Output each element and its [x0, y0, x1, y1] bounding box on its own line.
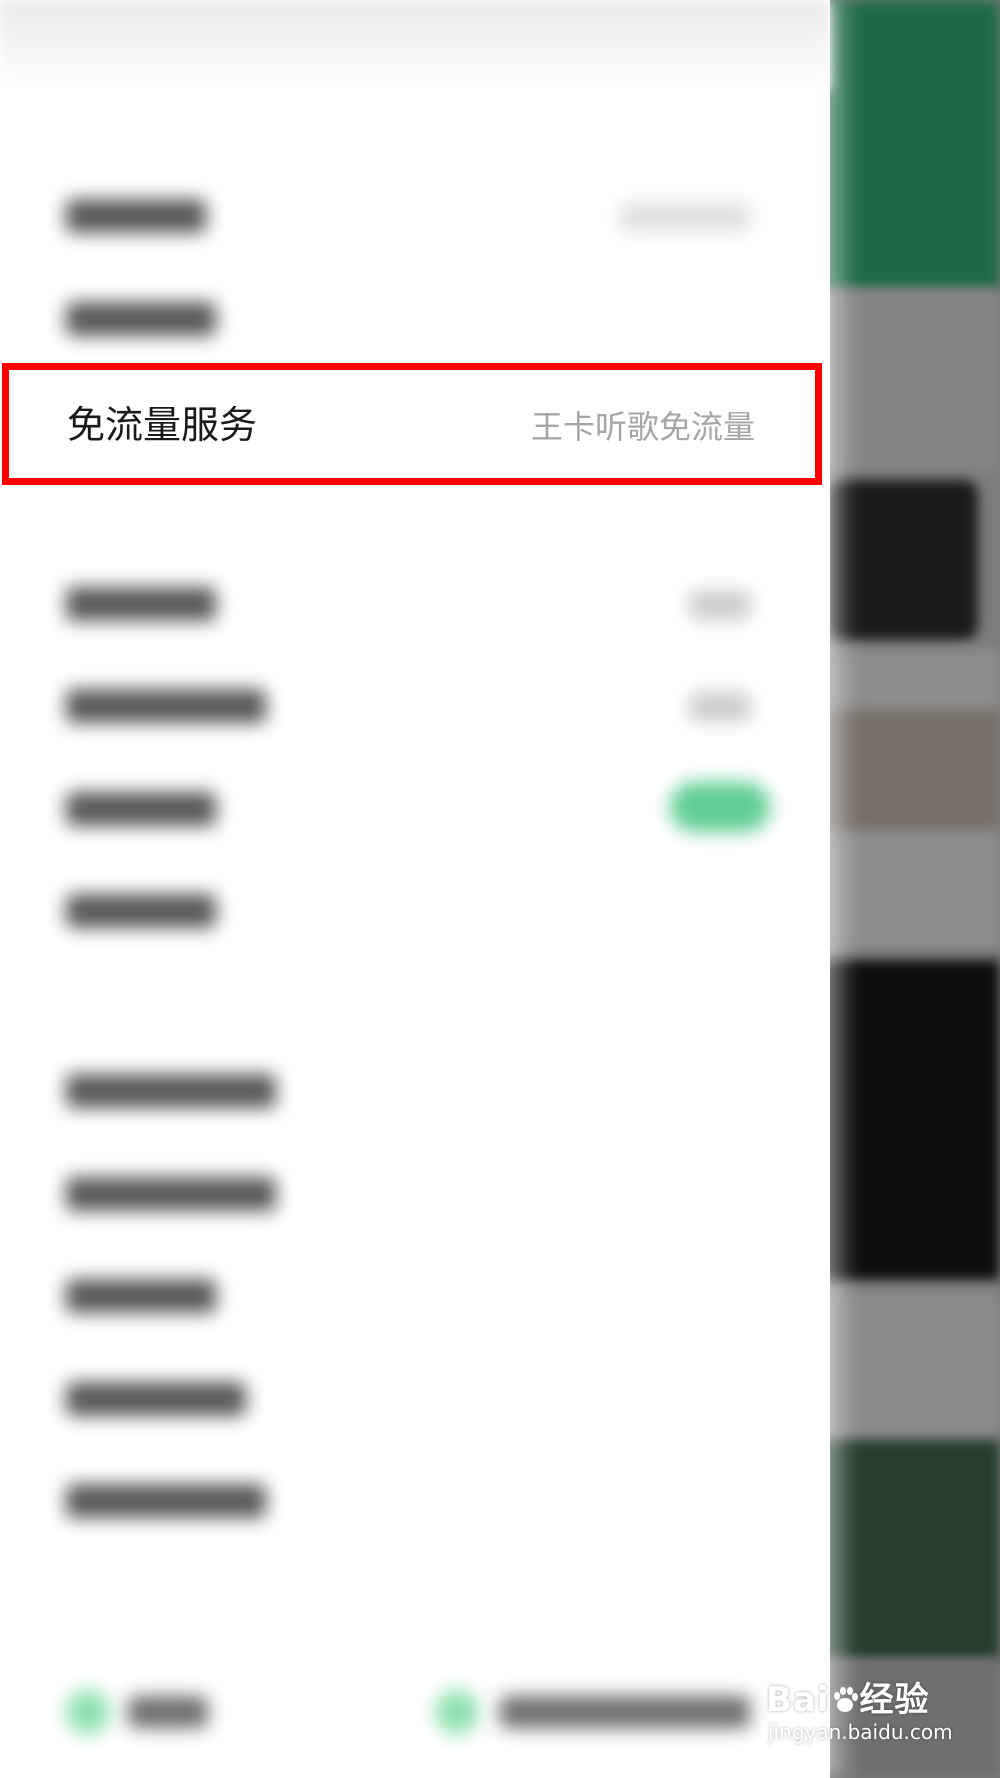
settings-toggle[interactable] — [670, 782, 770, 832]
settings-row[interactable] — [0, 1143, 820, 1243]
bottom-action-label[interactable] — [128, 1696, 208, 1728]
bottom-action-label[interactable] — [500, 1696, 750, 1728]
settings-row-label — [66, 894, 216, 928]
settings-drawer: 免流量服务 王卡听歌免流量 — [0, 0, 830, 1778]
settings-row[interactable] — [0, 268, 820, 368]
settings-row-label — [66, 1484, 266, 1518]
settings-row-label — [66, 199, 206, 233]
settings-icon[interactable] — [66, 1690, 110, 1734]
watermark-brand-left: Bai — [766, 1680, 830, 1720]
settings-row-label — [66, 1382, 246, 1416]
drawer-bottom-bar — [0, 1660, 820, 1760]
settings-row-label — [66, 689, 266, 723]
settings-row-label — [66, 587, 216, 621]
settings-row-label — [66, 302, 216, 336]
free-data-service-row[interactable]: 免流量服务 王卡听歌免流量 — [2, 363, 822, 485]
settings-row[interactable] — [0, 860, 820, 960]
watermark-brand-right: 经验 — [859, 1680, 930, 1720]
settings-row-value — [690, 693, 750, 721]
drawer-header — [0, 0, 830, 90]
settings-row[interactable] — [0, 165, 820, 265]
free-data-service-value: 王卡听歌免流量 — [530, 408, 755, 446]
watermark-brand: Bai 经验 — [766, 1672, 930, 1721]
settings-row[interactable] — [0, 553, 820, 653]
free-data-service-label: 免流量服务 — [67, 403, 258, 447]
settings-row[interactable] — [0, 1245, 820, 1345]
settings-row-label — [66, 1074, 276, 1108]
settings-row[interactable] — [0, 1348, 820, 1448]
exit-icon[interactable] — [435, 1690, 479, 1734]
settings-row-label — [66, 792, 216, 826]
settings-row[interactable] — [0, 1040, 820, 1140]
settings-row[interactable] — [0, 655, 820, 755]
baidu-jingyan-watermark: Bai 经验 jingyan.baidu.com — [766, 1672, 966, 1762]
paw-icon — [833, 1687, 858, 1712]
settings-row[interactable] — [0, 758, 820, 858]
settings-row-label — [66, 1279, 216, 1313]
settings-row-value — [690, 591, 750, 619]
settings-row[interactable] — [0, 1450, 820, 1550]
app-screen: 免流量服务 王卡听歌免流量 Bai 经验 jingyan.baidu.com — [0, 0, 1000, 1778]
watermark-site: jingyan.baidu.com — [768, 1720, 953, 1744]
settings-row-label — [66, 1177, 276, 1211]
settings-row-value — [620, 203, 750, 231]
